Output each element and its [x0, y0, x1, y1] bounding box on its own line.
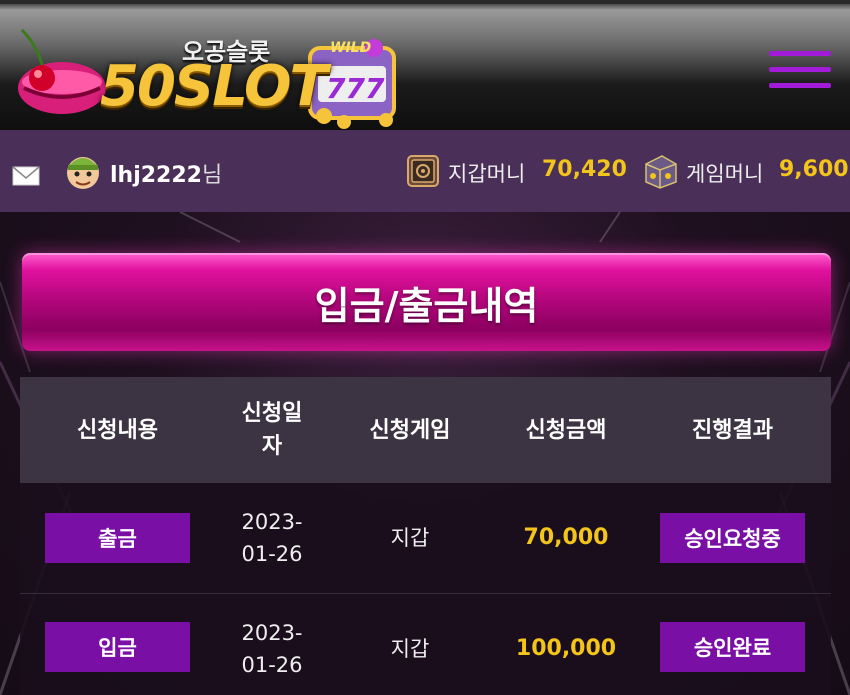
column-header-game: 신청게임: [369, 417, 451, 443]
date-cell: 2023-01-26: [241, 621, 303, 677]
avatar: [67, 157, 99, 189]
status-label: 승인요청중: [684, 527, 781, 551]
logo-title: 50SLOT: [100, 54, 328, 119]
safe-icon: [407, 155, 439, 187]
site-logo[interactable]: 777 WILD 오공슬롯 50SLOT: [14, 18, 404, 130]
amount-cell: 100,000: [515, 636, 617, 661]
type-button-deposit[interactable]: 입금: [45, 622, 190, 672]
hamburger-menu-icon[interactable]: [769, 49, 831, 91]
column-header-date: 신청일자: [241, 401, 303, 459]
table-header: 신청내용 신청일자 신청게임 신청금액 진행결과: [20, 377, 831, 483]
game-vault-icon: [645, 155, 677, 189]
wallet-money-value: 70,420: [542, 157, 627, 182]
status-button-pending[interactable]: 승인요청중: [660, 513, 805, 563]
amount-cell: 70,000: [523, 525, 609, 550]
username-text: lhj2222: [110, 163, 202, 188]
table-row: 출금 2023-01-26 지갑 70,000 승인요청중: [20, 483, 831, 594]
mail-icon[interactable]: [12, 166, 40, 186]
username-suffix: 님: [201, 163, 223, 188]
menu-bar: [769, 83, 831, 88]
column-header-status: 진행결과: [692, 417, 773, 443]
game-cell: 지갑: [390, 526, 430, 550]
type-button-withdraw[interactable]: 출금: [45, 513, 190, 563]
svg-text:777: 777: [326, 72, 385, 105]
table-row: 입금 2023-01-26 지갑 100,000 승인완료: [20, 594, 831, 695]
game-money-value: 9,600: [779, 157, 849, 182]
svg-text:WILD: WILD: [330, 40, 371, 56]
username: lhj2222님: [110, 157, 222, 189]
wallet-money-label: 지갑머니: [448, 162, 526, 186]
site-header: 777 WILD 오공슬롯 50SLOT: [0, 0, 850, 130]
page-title-banner: 입금/출금내역: [22, 253, 831, 351]
game-money-label: 게임머니: [686, 162, 764, 186]
type-label: 입금: [98, 636, 137, 660]
type-label: 출금: [98, 527, 137, 551]
date-cell: 2023-01-26: [241, 510, 303, 566]
column-header-amount: 신청금액: [525, 417, 607, 443]
column-header-type: 신청내용: [77, 417, 158, 443]
transaction-table: 신청내용 신청일자 신청게임 신청금액 진행결과 출금 2023-01-26 지…: [20, 377, 831, 695]
menu-bar: [769, 67, 831, 72]
menu-bar: [769, 51, 831, 56]
status-button-approved[interactable]: 승인완료: [660, 622, 805, 672]
game-cell: 지갑: [390, 637, 430, 661]
status-label: 승인완료: [693, 636, 772, 660]
page-title: 입금/출금내역: [314, 283, 539, 328]
